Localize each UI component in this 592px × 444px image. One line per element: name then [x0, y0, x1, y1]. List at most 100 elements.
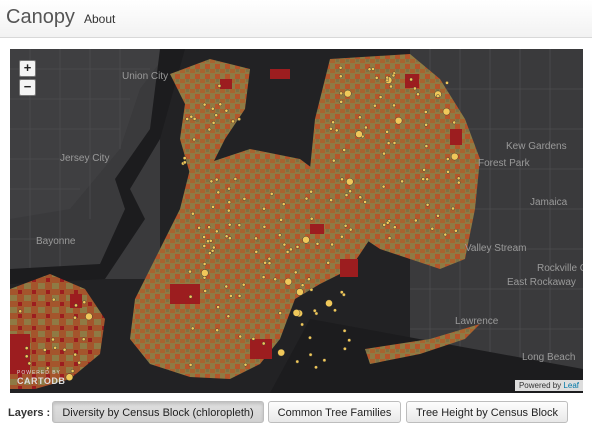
tree-point	[254, 250, 259, 254]
tree-point	[226, 314, 231, 319]
tree-point	[278, 311, 283, 315]
tree-point	[355, 130, 363, 138]
tree-point	[62, 347, 67, 352]
tree-point	[207, 251, 212, 255]
tree-point	[309, 287, 314, 292]
tree-point	[214, 229, 219, 234]
brand-logo[interactable]: Canopy	[6, 6, 75, 29]
tree-point	[215, 328, 219, 333]
tree-point	[238, 334, 243, 339]
tree-point	[190, 326, 195, 331]
navbar: Canopy About	[0, 0, 592, 38]
tree-point	[242, 197, 247, 201]
tree-point	[343, 346, 347, 351]
tree-point	[347, 338, 352, 343]
tree-point	[224, 234, 229, 239]
tree-point	[358, 195, 363, 199]
layers-label: Layers :	[8, 407, 51, 419]
tree-point	[358, 115, 362, 120]
map-view[interactable]: Union City Jersey City Bayonne Kew Garde…	[10, 49, 583, 393]
tree-point	[436, 94, 440, 98]
label-bayonne: Bayonne	[36, 236, 76, 247]
tree-point	[261, 341, 266, 346]
tree-point	[454, 228, 458, 233]
tree-point	[371, 67, 375, 71]
nav-about-link[interactable]: About	[84, 12, 115, 26]
tree-point	[382, 223, 387, 227]
tree-point	[308, 335, 312, 340]
tree-point	[227, 186, 231, 191]
tree-point	[292, 309, 301, 317]
tree-point	[228, 236, 232, 240]
tree-point	[334, 128, 339, 133]
zoom-in-button[interactable]: +	[19, 60, 36, 77]
tree-point	[451, 152, 459, 161]
tree-point	[413, 86, 417, 91]
attribution-prefix: Powered by	[518, 381, 562, 390]
layer-diversity-button[interactable]: Diversity by Census Block (chloropleth)	[52, 401, 264, 423]
tree-point	[237, 294, 242, 298]
tree-point	[293, 270, 298, 275]
map-canvas[interactable]: Union City Jersey City Bayonne Kew Garde…	[10, 49, 583, 393]
tree-point	[209, 179, 214, 184]
tree-point	[73, 315, 77, 320]
tree-point	[315, 241, 320, 246]
tree-point	[342, 328, 347, 333]
label-jersey-city: Jersey City	[60, 153, 109, 164]
tree-point	[326, 260, 331, 265]
label-forest-park: Forest Park	[478, 158, 531, 169]
tree-point	[273, 277, 278, 282]
tree-point	[421, 177, 426, 181]
tree-point	[443, 232, 448, 237]
leaflet-link[interactable]: Leaf	[563, 381, 579, 390]
layer-tree-families-button[interactable]: Common Tree Families	[268, 401, 401, 423]
tree-point	[18, 309, 22, 314]
tree-point	[43, 348, 47, 352]
tree-point	[446, 170, 450, 174]
tree-point	[391, 73, 396, 78]
tree-point	[340, 234, 344, 239]
tree-point	[53, 345, 57, 350]
tree-point	[237, 117, 241, 121]
tree-point	[364, 125, 368, 130]
tree-point	[188, 269, 192, 274]
tree-point	[202, 235, 206, 239]
tree-point	[27, 361, 32, 366]
tree-point	[343, 223, 348, 228]
label-rockville: Rockville Cen	[537, 263, 583, 274]
tree-point	[348, 227, 353, 232]
tree-point	[227, 222, 232, 227]
tree-point	[344, 89, 352, 98]
tree-point	[82, 300, 87, 304]
label-valley-stream: Valley Stream	[465, 243, 527, 254]
tree-point	[77, 360, 81, 365]
tree-point	[224, 284, 229, 289]
tree-point	[85, 312, 93, 321]
tree-point	[241, 282, 246, 287]
zoom-out-button[interactable]: −	[19, 79, 36, 96]
tree-point	[262, 224, 267, 229]
tree-point	[262, 206, 266, 211]
tree-point	[392, 103, 396, 108]
cartodb-logo[interactable]: POWERED BY CARTODB	[17, 370, 65, 386]
tree-point	[207, 225, 211, 229]
tree-point	[51, 337, 55, 342]
tree-point	[211, 245, 216, 250]
tree-point	[267, 261, 272, 265]
tree-point	[385, 220, 390, 225]
tree-point	[202, 102, 207, 107]
tree-point	[445, 81, 449, 85]
tree-point	[389, 84, 393, 89]
tree-point	[216, 305, 220, 309]
tree-point	[363, 200, 367, 204]
tree-point	[185, 117, 189, 121]
tree-point	[451, 206, 455, 211]
tree-point	[24, 354, 29, 359]
tree-point	[296, 288, 304, 296]
tree-point	[381, 184, 386, 189]
tree-point	[382, 151, 386, 156]
tree-point	[456, 176, 461, 181]
layer-tree-height-button[interactable]: Tree Height by Census Block	[406, 401, 568, 423]
tree-point	[452, 120, 457, 125]
tree-point	[322, 358, 327, 363]
